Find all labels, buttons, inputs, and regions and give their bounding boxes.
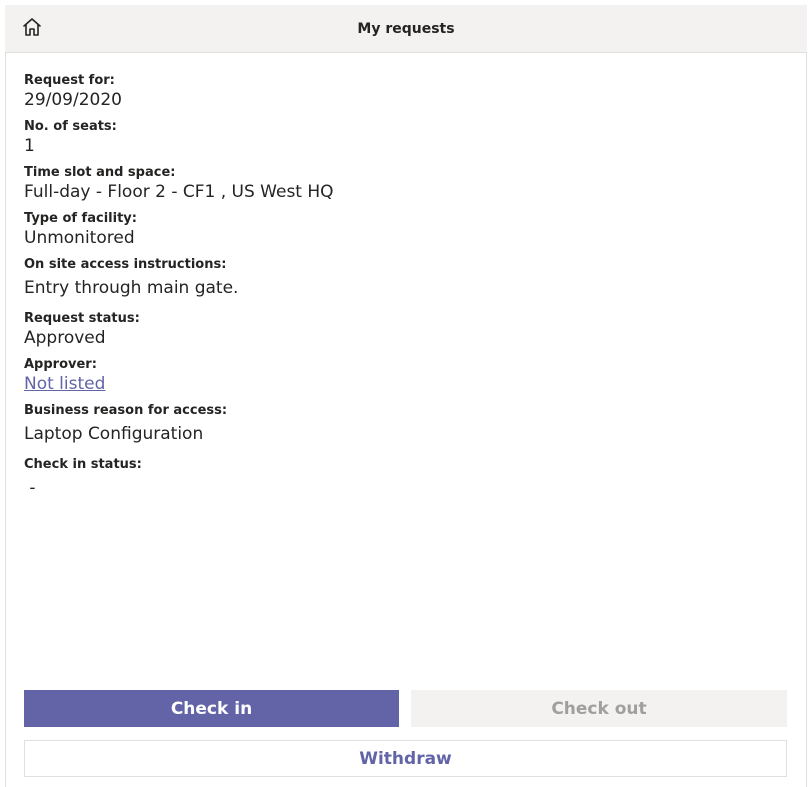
field-label: Request status: bbox=[24, 311, 140, 326]
check-in-button[interactable]: Check in bbox=[24, 690, 399, 727]
field-label: Business reason for access: bbox=[24, 403, 228, 418]
field-approver: Approver: Not listed bbox=[24, 356, 784, 395]
field-request-for: Request for: 29/09/2020 bbox=[24, 72, 784, 111]
field-label: Time slot and space: bbox=[24, 165, 176, 180]
field-value: Laptop Configuration bbox=[24, 424, 204, 444]
field-label: Type of facility: bbox=[24, 211, 137, 226]
check-out-button[interactable]: Check out bbox=[411, 690, 787, 727]
field-seats: No. of seats: 1 bbox=[24, 118, 784, 157]
header-bar: My requests bbox=[5, 5, 807, 53]
field-value: Entry through main gate. bbox=[24, 278, 239, 298]
field-time-slot: Time slot and space: Full-day - Floor 2 … bbox=[24, 164, 784, 203]
field-value: Full-day - Floor 2 - CF1 , US West HQ bbox=[24, 182, 334, 202]
field-access-instructions: On site access instructions: Entry throu… bbox=[24, 256, 784, 299]
field-label: On site access instructions: bbox=[24, 257, 227, 272]
field-value: 29/09/2020 bbox=[24, 90, 122, 110]
page-title: My requests bbox=[357, 21, 455, 37]
field-label: Check in status: bbox=[24, 457, 142, 472]
field-check-in-status: Check in status: - bbox=[24, 456, 784, 499]
field-value: 1 bbox=[24, 136, 35, 156]
field-label: Request for: bbox=[24, 73, 115, 88]
field-label: Approver: bbox=[24, 357, 97, 372]
status-value: Approved bbox=[24, 328, 106, 348]
field-facility-type: Type of facility: Unmonitored bbox=[24, 210, 784, 249]
withdraw-button[interactable]: Withdraw bbox=[24, 740, 787, 777]
field-business-reason: Business reason for access: Laptop Confi… bbox=[24, 402, 784, 445]
approver-link[interactable]: Not listed bbox=[24, 373, 784, 395]
field-value: - bbox=[24, 478, 36, 498]
field-value: Unmonitored bbox=[24, 228, 135, 248]
field-label: No. of seats: bbox=[24, 119, 117, 134]
request-details: Request for: 29/09/2020 No. of seats: 1 … bbox=[24, 72, 784, 506]
field-request-status: Request status: Approved bbox=[24, 310, 784, 349]
